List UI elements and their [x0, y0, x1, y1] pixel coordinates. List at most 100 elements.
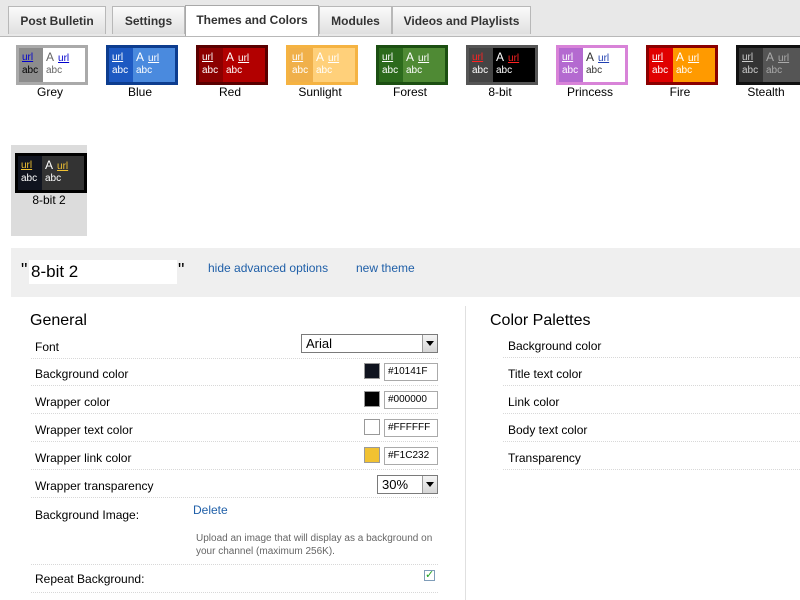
delete-background-image-link[interactable]: Delete: [193, 503, 228, 517]
wrapper-link-color-swatch[interactable]: [364, 447, 380, 463]
new-theme-link[interactable]: new theme: [356, 261, 415, 275]
swatch-abc-text: abc: [226, 65, 243, 76]
section-divider: [465, 306, 466, 600]
swatch-url-text: url: [328, 53, 340, 64]
theme-option-fire[interactable]: url abc Aurl abc Fire: [642, 37, 718, 123]
theme-swatch: url abc Aurl abc: [556, 45, 628, 85]
theme-swatch: url abc Aurl abc: [15, 153, 87, 193]
theme-name-label: Forest: [392, 85, 427, 99]
wrapper-transparency-select[interactable]: 30%: [377, 475, 438, 494]
theme-option-sunlight[interactable]: url abc Aurl abc Sunlight: [282, 37, 358, 123]
swatch-a-text: A: [316, 50, 325, 64]
swatch-abc-text: abc: [136, 65, 153, 76]
theme-option-blue[interactable]: url abc Aurl abc Blue: [102, 37, 178, 123]
wrapper-transparency-label: Wrapper transparency: [35, 479, 154, 493]
wrapper-transparency-value: 30%: [382, 477, 409, 492]
swatch-abc-text: abc: [316, 65, 333, 76]
theme-name-label: Fire: [669, 85, 691, 99]
swatch-url-text: url: [21, 160, 33, 171]
swatch-abc-text: abc: [202, 65, 219, 76]
theme-grid: url abc Aurl abc Grey url abc Aurl abc Blue url abc…: [0, 37, 800, 237]
swatch-a-text: A: [406, 50, 415, 64]
swatch-a-text: A: [676, 50, 685, 64]
theme-name-label: Blue: [127, 85, 153, 99]
swatch-abc-text: abc: [586, 65, 603, 76]
palette-row: Link color: [503, 386, 800, 414]
palette-label-transparency: Transparency: [508, 451, 581, 465]
wrapper-link-color-field[interactable]: #F1C232: [384, 447, 438, 465]
wrapper-color-swatch[interactable]: [364, 391, 380, 407]
theme-option-stealth[interactable]: url abc Aurl abc Stealth: [732, 37, 800, 123]
swatch-url-text: url: [472, 52, 484, 63]
theme-swatch: url abc Aurl abc: [376, 45, 448, 85]
font-select[interactable]: Arial: [301, 334, 438, 353]
wrapper-text-color-label: Wrapper text color: [35, 423, 133, 437]
swatch-abc-text: abc: [45, 173, 62, 184]
swatch-a-text: A: [586, 50, 595, 64]
swatch-url-text: url: [22, 52, 34, 63]
swatch-abc-text: abc: [562, 65, 579, 76]
swatch-abc-text: abc: [22, 65, 39, 76]
wrapper-text-color-field[interactable]: #FFFFFF: [384, 419, 438, 437]
background-color-field[interactable]: #10141F: [384, 363, 438, 381]
swatch-url-text: url: [742, 52, 754, 63]
theme-swatch: url abc Aurl abc: [736, 45, 800, 85]
font-row: Font Arial: [31, 331, 438, 359]
swatch-abc-text: abc: [472, 65, 489, 76]
repeat-background-row: Repeat Background:: [31, 565, 438, 593]
general-section-title: General: [30, 312, 87, 329]
font-label: Font: [35, 340, 60, 354]
wrapper-color-field[interactable]: #000000: [384, 391, 438, 409]
swatch-url-text: url: [148, 53, 160, 64]
quote-close: ": [178, 260, 185, 280]
tab-post-bulletin[interactable]: Post Bulletin: [8, 6, 106, 34]
theme-option-8-bit[interactable]: url abc Aurl abc 8-bit: [462, 37, 538, 123]
tab-themes-and-colors[interactable]: Themes and Colors: [185, 5, 319, 36]
chevron-down-icon: [422, 335, 437, 352]
swatch-url-text: url: [112, 52, 124, 63]
font-select-value: Arial: [306, 336, 333, 351]
swatch-abc-text: abc: [406, 65, 423, 76]
theme-option-8-bit-2[interactable]: url abc Aurl abc 8-bit 2: [11, 145, 87, 236]
tab-settings[interactable]: Settings: [112, 6, 185, 34]
theme-name-label: Stealth: [747, 85, 785, 99]
palette-row: Body text color: [503, 414, 800, 442]
wrapper-text-color-swatch[interactable]: [364, 419, 380, 435]
swatch-url-text: url: [598, 53, 610, 64]
theme-option-red[interactable]: url abc Aurl abc Red: [192, 37, 268, 123]
swatch-a-text: A: [46, 50, 55, 64]
palette-label-background-color: Background color: [508, 339, 602, 353]
swatch-a-text: A: [45, 158, 54, 172]
quote-open: ": [21, 260, 28, 280]
theme-option-forest[interactable]: url abc Aurl abc Forest: [372, 37, 448, 123]
swatch-abc-text: abc: [46, 65, 63, 76]
palette-row: Transparency: [503, 442, 800, 470]
wrapper-color-label: Wrapper color: [35, 395, 111, 409]
hide-advanced-options-link[interactable]: hide advanced options: [208, 261, 328, 275]
theme-swatch: url abc Aurl abc: [466, 45, 538, 85]
tab-modules[interactable]: Modules: [319, 6, 392, 34]
background-color-swatch[interactable]: [364, 363, 380, 379]
background-color-label: Background color: [35, 367, 129, 381]
theme-name-label: Sunlight: [298, 85, 342, 99]
swatch-abc-text: abc: [112, 65, 129, 76]
wrapper-link-color-label: Wrapper link color: [35, 451, 132, 465]
swatch-abc-text: abc: [382, 65, 399, 76]
theme-option-princess[interactable]: url abc Aurl abc Princess: [552, 37, 628, 123]
swatch-abc-text: abc: [676, 65, 693, 76]
swatch-abc-text: abc: [21, 173, 38, 184]
theme-option-grey[interactable]: url abc Aurl abc Grey: [12, 37, 88, 123]
swatch-a-text: A: [496, 50, 505, 64]
palette-row: Title text color: [503, 358, 800, 386]
swatch-a-text: A: [136, 50, 145, 64]
theme-name-input[interactable]: [29, 260, 177, 284]
swatch-url-text: url: [292, 52, 304, 63]
swatch-abc-text: abc: [742, 65, 759, 76]
swatch-url-text: url: [57, 161, 69, 172]
repeat-background-checkbox[interactable]: [424, 568, 435, 581]
wrapper-text-color-row: Wrapper text color #FFFFFF: [31, 414, 438, 442]
swatch-url-text: url: [202, 52, 214, 63]
tab-videos-and-playlists[interactable]: Videos and Playlists: [392, 6, 531, 34]
theme-swatch: url abc Aurl abc: [16, 45, 88, 85]
tab-bar: Post Bulletin Settings Themes and Colors…: [0, 0, 800, 37]
